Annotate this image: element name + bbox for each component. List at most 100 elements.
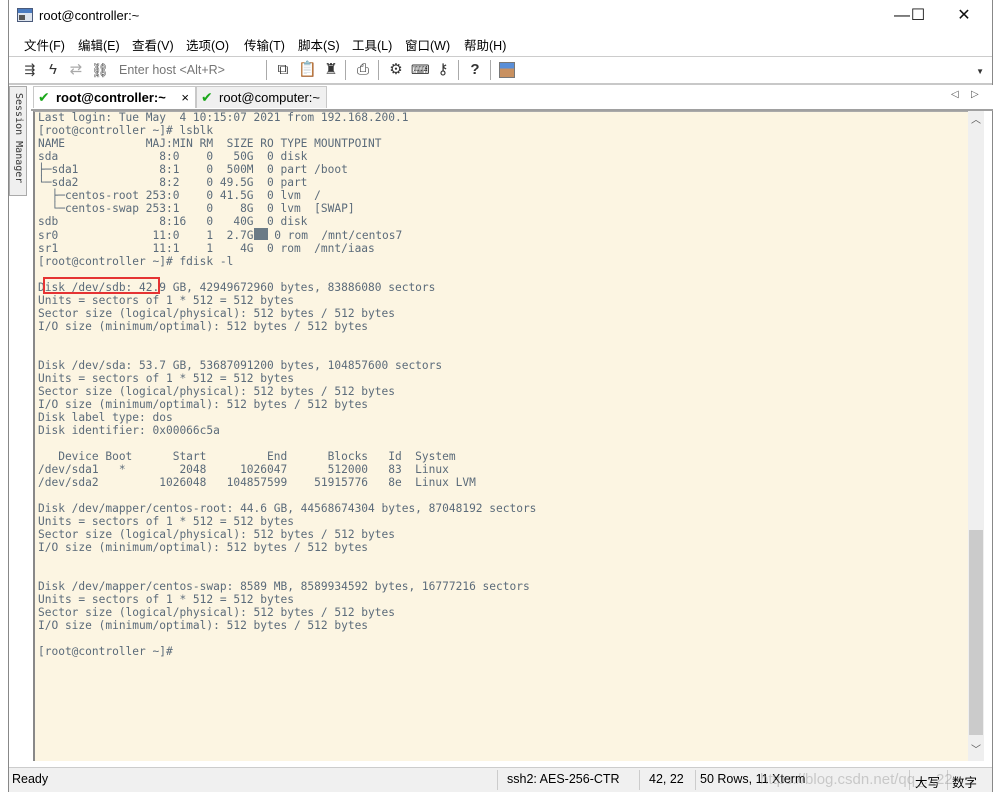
- connect-bar-icon[interactable]: ⇶: [21, 61, 39, 79]
- tab-scroll-right-icon[interactable]: ▷: [971, 89, 979, 100]
- scroll-up-icon[interactable]: ︿: [968, 113, 984, 129]
- toolbar-divider: [490, 60, 491, 80]
- status-divider: [909, 770, 910, 790]
- menu-script[interactable]: 脚本(S): [298, 35, 340, 54]
- toolbar-divider: [378, 60, 379, 80]
- menu-options[interactable]: 选项(O): [186, 35, 229, 54]
- tab-label: root@computer:~: [219, 90, 320, 105]
- tab-root-computer[interactable]: ✔ root@computer:~: [196, 86, 327, 108]
- toolbar-divider: [266, 60, 267, 80]
- maximize-icon: ☐: [910, 7, 926, 24]
- toolbar-dropdown-icon[interactable]: ▼: [976, 67, 984, 76]
- host-input[interactable]: [119, 60, 269, 80]
- caps-lock-indicator: 大写: [915, 776, 941, 790]
- terminal-line: /dev/sda2 1026048 104857599 51915776 8e …: [38, 476, 476, 489]
- tab-scroll-left-icon[interactable]: ◁: [951, 89, 959, 100]
- terminal-line: sdb 8:16 0 40G 0 disk: [38, 215, 315, 228]
- key-icon[interactable]: ⚷: [434, 61, 452, 79]
- toolbar-divider: [458, 60, 459, 80]
- menu-transfer[interactable]: 传输(T): [244, 35, 285, 54]
- status-divider: [639, 770, 640, 790]
- toolbar: ⇶ ϟ ⇄ ⛓ ⧉ 📋 ♜ ⎙ ⚙ ⌨ ⚷ ? ▼: [9, 56, 992, 85]
- tab-close-icon[interactable]: ×: [181, 90, 189, 105]
- menu-edit[interactable]: 编辑(E): [78, 35, 120, 54]
- terminal-line: Units = sectors of 1 * 512 = 512 bytes: [38, 372, 294, 385]
- tab-bar: ✔ root@controller:~ × ✔ root@computer:~ …: [31, 85, 993, 111]
- connected-check-icon: ✔: [38, 89, 50, 105]
- settings-icon[interactable]: ⚙: [387, 61, 405, 79]
- menu-window[interactable]: 窗口(W): [405, 35, 450, 54]
- terminal-line: Sector size (logical/physical): 512 byte…: [38, 606, 395, 619]
- status-divider: [695, 770, 696, 790]
- quick-connect-icon[interactable]: ϟ: [44, 61, 62, 79]
- securecrt-window: root@controller:~ — ☐ ✕ 文件(F) 编辑(E) 查看(V…: [8, 0, 993, 792]
- terminal-line: Sector size (logical/physical): 512 byte…: [38, 385, 395, 398]
- tab-label: root@controller:~: [56, 90, 166, 105]
- terminal-line: Units = sectors of 1 * 512 = 512 bytes: [38, 593, 294, 606]
- paste-icon[interactable]: 📋: [298, 61, 317, 79]
- connected-check-icon: ✔: [201, 89, 213, 105]
- title-bar: root@controller:~ — ☐ ✕: [9, 0, 992, 32]
- terminal-dimensions: 50 Rows, 11 Xterm: [700, 772, 806, 786]
- terminal-line: [root@controller ~]# lsblk: [38, 124, 214, 137]
- scroll-down-icon[interactable]: ﹀: [968, 743, 984, 759]
- close-button[interactable]: ✕: [941, 4, 987, 28]
- terminal-line: sr1 11:1 1 4G 0 rom /mnt/iaas: [38, 242, 375, 255]
- help-icon[interactable]: ?: [466, 61, 484, 79]
- terminal-line: NAME MAJ:MIN RM SIZE RO TYPE MOUNTPOINT: [38, 137, 382, 150]
- terminal-line: ├─sda1 8:1 0 500M 0 part /boot: [38, 163, 348, 176]
- terminal-line: Sector size (logical/physical): 512 byte…: [38, 528, 395, 541]
- terminal-line: I/O size (minimum/optimal): 512 bytes / …: [38, 619, 369, 632]
- terminal-line: Units = sectors of 1 * 512 = 512 bytes: [38, 294, 294, 307]
- print-icon[interactable]: ⎙: [354, 61, 372, 79]
- terminal-line: /dev/sda1 * 2048 1026047 512000 83 Linux: [38, 463, 449, 476]
- status-text: Ready: [12, 772, 49, 786]
- status-bar: Ready ssh2: AES-256-CTR 42, 22 50 Rows, …: [9, 767, 992, 792]
- terminal-line: └─sda2 8:2 0 49.5G 0 part: [38, 176, 315, 189]
- menu-help[interactable]: 帮助(H): [464, 35, 506, 54]
- terminal-line: Disk label type: dos: [38, 411, 173, 424]
- copy-icon[interactable]: ⧉: [274, 61, 292, 79]
- terminal-line: Disk /dev/mapper/centos-root: 44.6 GB, 4…: [38, 502, 537, 515]
- highlight-annotation-box: [43, 277, 160, 294]
- maximize-button[interactable]: ☐: [895, 4, 941, 28]
- disconnect-icon[interactable]: ⛓: [91, 61, 109, 79]
- app-icon: [17, 8, 33, 22]
- secure-session-icon[interactable]: [499, 62, 515, 78]
- tab-root-controller[interactable]: ✔ root@controller:~ ×: [33, 86, 196, 108]
- terminal-scrollbar[interactable]: ︿ ﹀: [968, 111, 984, 761]
- find-icon[interactable]: ♜: [322, 61, 340, 79]
- scroll-thumb[interactable]: [969, 529, 983, 735]
- terminal-line: Units = sectors of 1 * 512 = 512 bytes: [38, 515, 294, 528]
- menu-bar: 文件(F) 编辑(E) 查看(V) 选项(O) 传输(T) 脚本(S) 工具(L…: [9, 32, 992, 54]
- menu-view[interactable]: 查看(V): [132, 35, 174, 54]
- terminal-line: sr0 11:0 1 2.7G 0 rom /mnt/centos7: [38, 228, 403, 242]
- terminal-line: Disk identifier: 0x00066c5a: [38, 424, 220, 437]
- session-manager-label: Session Manager: [13, 93, 24, 184]
- terminal-line: [root@controller ~]#: [38, 645, 180, 658]
- terminal-line: [root@controller ~]# fdisk -l: [38, 255, 234, 268]
- terminal-output[interactable]: Last login: Tue May 4 10:15:07 2021 from…: [33, 111, 968, 761]
- encryption-status: ssh2: AES-256-CTR: [507, 772, 620, 786]
- keymap-icon[interactable]: ⌨: [411, 61, 430, 79]
- terminal-line: I/O size (minimum/optimal): 512 bytes / …: [38, 320, 369, 333]
- menu-file[interactable]: 文件(F): [24, 35, 65, 54]
- terminal-line: Last login: Tue May 4 10:15:07 2021 from…: [38, 111, 409, 124]
- session-manager-tab[interactable]: Session Manager: [9, 86, 27, 196]
- terminal-line: Device Boot Start End Blocks Id System: [38, 450, 456, 463]
- terminal-line: Sector size (logical/physical): 512 byte…: [38, 307, 395, 320]
- terminal-line: Disk /dev/sda: 53.7 GB, 53687091200 byte…: [38, 359, 443, 372]
- toolbar-divider: [345, 60, 346, 80]
- status-divider: [497, 770, 498, 790]
- reconnect-icon[interactable]: ⇄: [67, 61, 85, 79]
- menu-tools[interactable]: 工具(L): [352, 35, 392, 54]
- window-title: root@controller:~: [39, 8, 140, 23]
- terminal-line: I/O size (minimum/optimal): 512 bytes / …: [38, 541, 369, 554]
- terminal-line: I/O size (minimum/optimal): 512 bytes / …: [38, 398, 369, 411]
